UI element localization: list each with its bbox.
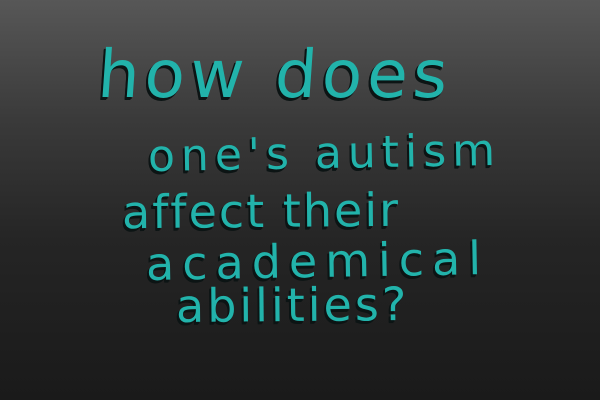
image-canvas: how does one's autism affect their acade… [0,0,600,400]
text-line-2: one's autism [147,124,502,183]
text-line-1: how does [95,36,456,113]
text-line-3: affect their [121,182,401,240]
text-line-5: abilities? [175,276,410,334]
